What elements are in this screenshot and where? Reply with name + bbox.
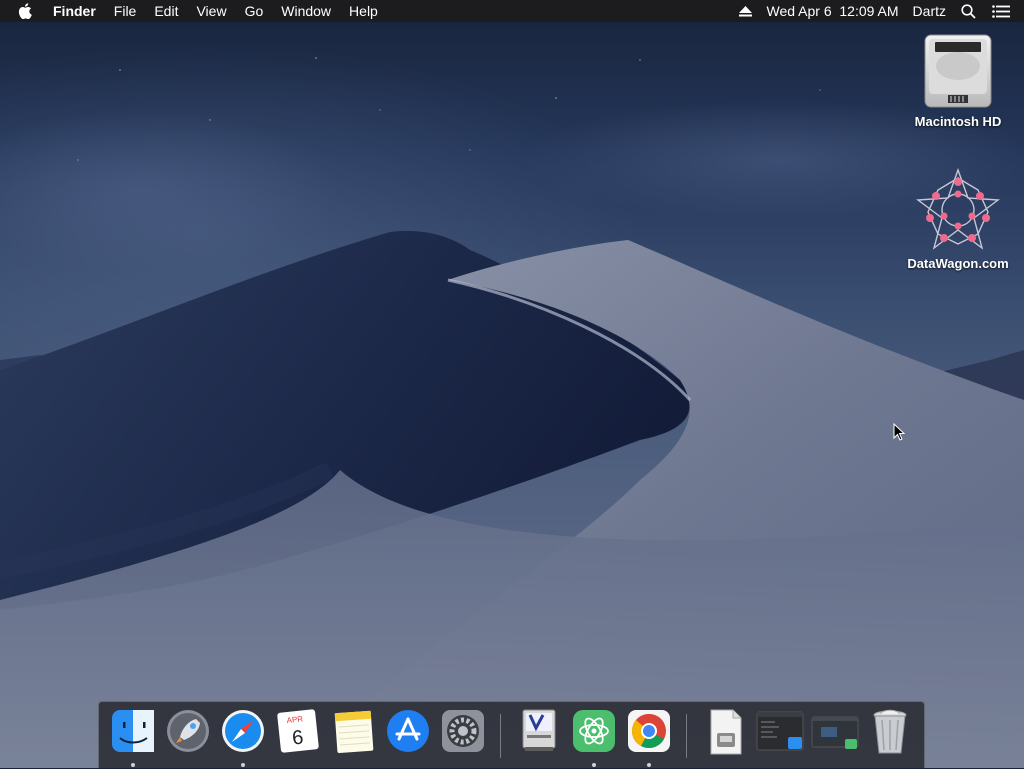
dock-running-indicator <box>592 763 596 767</box>
calendar-icon: APR 6 <box>276 709 320 753</box>
menu-help[interactable]: Help <box>340 0 387 22</box>
window-thumbnail-icon <box>811 709 859 753</box>
dock-app-chrome[interactable] <box>623 702 674 769</box>
apple-logo-icon <box>18 3 32 19</box>
dock-app-calendar[interactable]: APR 6 <box>272 702 323 769</box>
notification-center-button[interactable] <box>984 0 1024 22</box>
dock-running-indicator <box>241 763 245 767</box>
dock-item-trash[interactable] <box>864 702 915 769</box>
menu-edit[interactable]: Edit <box>145 0 187 22</box>
desktop-icon-datawagon[interactable]: DataWagon.com <box>898 168 1018 271</box>
atom-icon <box>572 709 616 753</box>
eject-icon <box>739 6 752 17</box>
dock-separator <box>500 714 501 758</box>
notification-center-icon <box>992 5 1010 18</box>
dock: APR 6 <box>98 701 925 768</box>
desktop-icon-macintosh-hd[interactable]: Macintosh HD <box>898 32 1018 129</box>
document-icon <box>703 709 747 755</box>
svg-text:APR: APR <box>286 714 304 725</box>
vm-monitor-icon <box>517 709 561 753</box>
safari-icon <box>221 709 265 753</box>
status-area: Wed Apr 6 12:09 AM Dartz <box>731 0 1024 22</box>
hard-drive-icon <box>920 32 996 110</box>
dock-item-window-thumbnail-2[interactable] <box>809 702 860 769</box>
system-preferences-icon <box>441 709 485 753</box>
desktop-wallpaper <box>0 22 1024 768</box>
dock-app-system-preferences[interactable] <box>437 702 488 769</box>
dock-item-document[interactable] <box>699 702 750 769</box>
menu-go[interactable]: Go <box>236 0 273 22</box>
apple-menu-button[interactable] <box>0 3 44 19</box>
dock-app-launchpad[interactable] <box>162 702 213 769</box>
app-store-icon <box>386 709 430 753</box>
dock-app-finder[interactable] <box>107 702 158 769</box>
dock-app-app-store[interactable] <box>382 702 433 769</box>
svg-text:6: 6 <box>291 727 304 750</box>
menu-bar: Finder File Edit View Go Window Help Wed… <box>0 0 1024 22</box>
menu-file[interactable]: File <box>105 0 146 22</box>
menu-view[interactable]: View <box>187 0 235 22</box>
dock-app-safari[interactable] <box>217 702 268 769</box>
network-star-icon <box>916 168 1000 252</box>
finder-icon <box>111 709 155 753</box>
dock-running-indicator <box>647 763 651 767</box>
mouse-pointer-icon <box>893 423 905 441</box>
dock-item-window-thumbnail-1[interactable] <box>754 702 805 769</box>
launchpad-icon <box>166 709 210 753</box>
window-thumbnail-icon <box>756 709 804 753</box>
dock-separator <box>686 714 687 758</box>
menu-window[interactable]: Window <box>272 0 340 22</box>
spotlight-button[interactable] <box>953 0 984 22</box>
chrome-icon <box>627 709 671 753</box>
notes-icon <box>331 709 375 753</box>
dock-app-notes[interactable] <box>327 702 378 769</box>
menu-clock[interactable]: Wed Apr 6 12:09 AM <box>760 0 906 22</box>
dock-running-indicator <box>131 763 135 767</box>
trash-icon <box>870 709 910 755</box>
desktop-icon-label: Macintosh HD <box>898 114 1018 129</box>
spotlight-search-icon <box>961 4 976 19</box>
dock-app-atom[interactable] <box>568 702 619 769</box>
eject-button[interactable] <box>731 0 760 22</box>
menu-app-finder[interactable]: Finder <box>44 0 105 22</box>
menu-user[interactable]: Dartz <box>906 0 953 22</box>
desktop-icon-label: DataWagon.com <box>898 256 1018 271</box>
dock-app-vmware[interactable] <box>513 702 564 769</box>
